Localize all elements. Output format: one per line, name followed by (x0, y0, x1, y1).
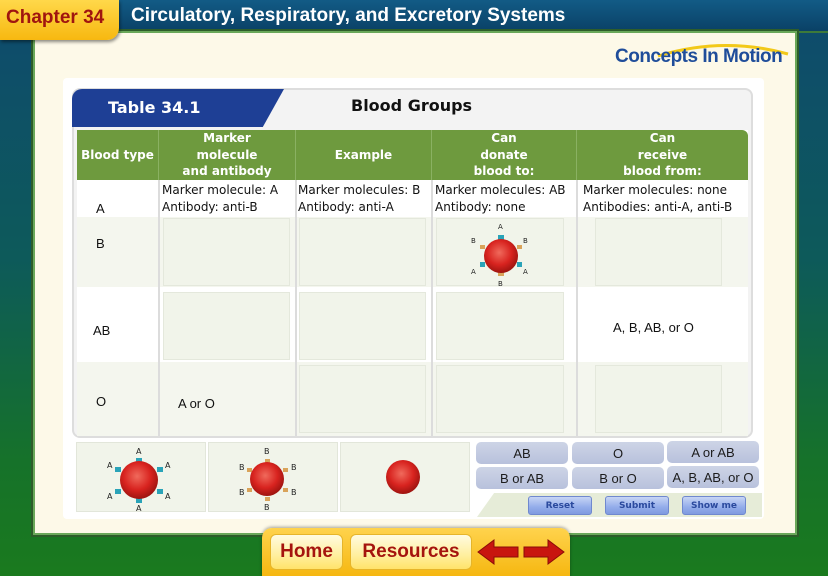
marker-label: B (523, 237, 528, 245)
drop-zone-ab-donate[interactable] (436, 292, 564, 360)
answer-chip[interactable]: A, B, AB, or O (667, 466, 759, 488)
resources-button[interactable]: Resources (350, 534, 472, 570)
marker-label: B (264, 503, 270, 512)
marker-label: A (107, 492, 113, 501)
concepts-in-motion-logo: Concepts In Motion (613, 40, 789, 74)
answer-chip[interactable]: B or AB (476, 467, 568, 489)
marker-label: B (471, 237, 476, 245)
column-divider (295, 180, 297, 436)
marker-label: B (239, 463, 245, 472)
answer-chip[interactable]: A or AB (667, 441, 759, 463)
chapter-tab: Chapter 34 (0, 0, 119, 40)
cell-a-example: Marker molecules: B Antibody: anti-A (298, 183, 421, 214)
reset-button[interactable]: Reset (528, 496, 592, 515)
forward-arrow-icon[interactable] (522, 538, 566, 566)
draggable-rbc-o[interactable] (340, 442, 470, 512)
drop-zone-b-receive[interactable] (595, 218, 722, 286)
cell-o-marker: A or O (178, 396, 215, 411)
logo-text: Concepts In Motion (615, 46, 783, 67)
table-heading: Blood Groups (351, 96, 473, 115)
drop-zone-b-donate[interactable]: A B A B A B (436, 218, 564, 288)
column-divider (431, 180, 433, 436)
marker-label: A (471, 268, 476, 276)
blood-groups-table: Blood type Marker molecule and antibody … (77, 130, 748, 436)
cell-a-marker: Marker molecule: A Antibody: anti-B (162, 183, 279, 214)
blood-type-a: A (96, 201, 105, 216)
marker-label: B (291, 463, 297, 472)
blood-type-ab: AB (93, 323, 111, 338)
marker-label: A (498, 223, 503, 231)
back-arrow-icon[interactable] (476, 538, 520, 566)
marker-label: B (498, 280, 503, 287)
cell-a-donate: Marker molecules: AB Antibody: none (435, 183, 566, 214)
answer-chip[interactable]: AB (476, 442, 568, 464)
column-divider (158, 180, 160, 436)
marker-label: A (136, 447, 142, 456)
marker-label: A (107, 461, 113, 470)
column-header-receive: Can receive blood from: (577, 130, 748, 180)
rbc-ab-markers-icon: A B A B A B (471, 223, 528, 288)
submit-button[interactable]: Submit (605, 496, 669, 515)
show-me-button[interactable]: Show me (682, 496, 746, 515)
cell-a-receive: Marker molecules: none Antibodies: anti-… (583, 183, 733, 214)
marker-label: B (291, 488, 297, 497)
drop-zone-b-marker[interactable] (163, 218, 290, 286)
marker-label: B (264, 447, 270, 456)
drop-zone-ab-marker[interactable] (163, 292, 290, 360)
cell-ab-receive: A, B, AB, or O (613, 320, 694, 335)
answer-chip[interactable]: O (572, 442, 664, 464)
blood-type-o: O (96, 394, 107, 409)
marker-label: A (165, 492, 171, 501)
marker-label: A (523, 268, 528, 276)
drop-zone-o-donate[interactable] (436, 365, 564, 433)
column-header-blood-type: Blood type (77, 130, 159, 180)
marker-label: A (136, 504, 142, 513)
drop-zone-o-receive[interactable] (595, 365, 722, 433)
rbc-a-markers-icon: A A A A A A (107, 447, 171, 513)
draggable-rbc-a[interactable]: A A A A A A (76, 442, 206, 513)
blood-type-b: B (96, 236, 105, 251)
column-divider (576, 180, 578, 436)
answer-chip[interactable]: B or O (572, 467, 664, 489)
table-number-tab: Table 34.1 (72, 89, 284, 127)
chapter-title: Circulatory, Respiratory, and Excretory … (131, 5, 566, 26)
column-header-donate: Can donate blood to: (432, 130, 577, 180)
home-button[interactable]: Home (270, 534, 343, 570)
marker-label: B (239, 488, 245, 497)
column-header-example: Example (296, 130, 432, 180)
drop-zone-o-example[interactable] (299, 365, 426, 433)
column-header-marker: Marker molecule and antibody (159, 130, 296, 180)
draggable-rbc-b[interactable]: B B B B B B (208, 442, 338, 512)
rbc-no-markers-icon (386, 460, 420, 494)
drop-zone-b-example[interactable] (299, 218, 426, 286)
rbc-b-markers-icon: B B B B B B (239, 447, 297, 512)
drop-zone-ab-example[interactable] (299, 292, 426, 360)
marker-label: A (165, 461, 171, 470)
